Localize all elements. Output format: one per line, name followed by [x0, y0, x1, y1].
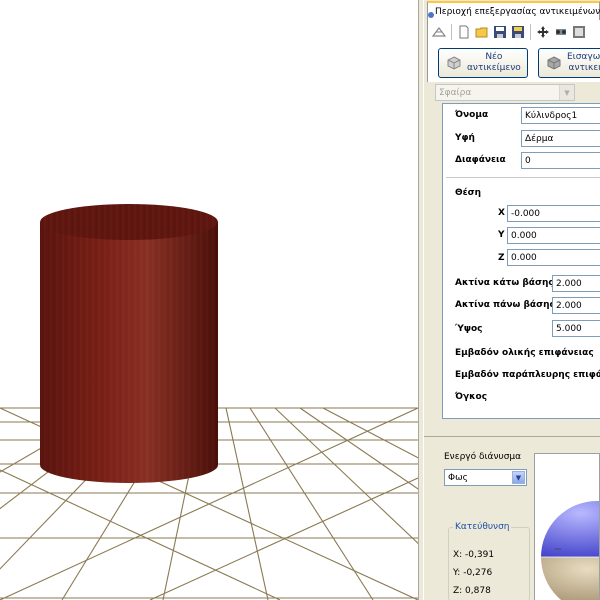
y-value: 0.000	[511, 230, 537, 241]
cylinder-object[interactable]	[40, 204, 218, 483]
separator	[446, 177, 600, 178]
x-field[interactable]: -0.000	[507, 205, 600, 222]
properties-grid: Όνομα Κύλινδρος1 Υφή Δέρμα Διαφάνεια 0 Θ…	[442, 103, 600, 419]
direction-x: X: -0,391	[453, 550, 495, 560]
vector-section: Ενεργό διάνυσμα Φως ▼ Κατεύθυνση X: -0,3…	[424, 436, 600, 600]
cube-icon	[547, 56, 561, 70]
texture-value: Δέρμα	[525, 133, 554, 144]
tab-label: Περιοχή επεξεργασίας αντικειμένων	[435, 6, 600, 17]
height-label: Ύψος	[455, 324, 483, 334]
z-value: 0.000	[511, 252, 537, 263]
scene-canvas[interactable]	[0, 0, 418, 600]
active-vector-value: Φως	[448, 472, 468, 483]
save-as-icon[interactable]	[510, 24, 526, 40]
toolbar-separator	[530, 24, 531, 40]
z-field[interactable]: 0.000	[507, 249, 600, 266]
rotate-icon[interactable]	[553, 24, 569, 40]
bottom-radius-value: 2.000	[556, 278, 582, 289]
lateral-area-label: Εμβαδόν παράπλευρης επιφάν	[455, 370, 600, 380]
window-icon[interactable]	[571, 24, 587, 40]
orientation-sphere	[541, 501, 599, 600]
transparency-field[interactable]: 0	[521, 152, 600, 169]
texture-label: Υφή	[455, 133, 475, 143]
toolbar	[427, 20, 600, 44]
top-radius-label: Ακτίνα πάνω βάσης	[455, 300, 555, 310]
object-type-select[interactable]: Σφαίρα ▼	[435, 84, 575, 101]
top-radius-field[interactable]: 2.000	[552, 297, 600, 314]
save-icon[interactable]	[492, 24, 508, 40]
new-object-button[interactable]: Νέο αντικείμενο	[438, 48, 528, 78]
transparency-value: 0	[525, 155, 531, 166]
cube-icon	[447, 56, 461, 70]
panel-tab-strip: Περιοχή επεξεργασίας αντικειμένων	[424, 0, 600, 20]
total-area-label: Εμβαδόν ολικής επιφάνειας	[455, 348, 594, 358]
direction-y: Y: -0,276	[453, 568, 493, 578]
volume-label: Όγκος	[455, 392, 488, 402]
z-label: Z	[498, 253, 505, 263]
texture-field[interactable]: Δέρμα	[521, 130, 600, 147]
active-vector-select[interactable]: Φως ▼	[444, 469, 527, 486]
name-field[interactable]: Κύλινδρος1	[521, 107, 600, 124]
object-type-value: Σφαίρα	[439, 87, 472, 98]
active-vector-label: Ενεργό διάνυσμα	[444, 452, 522, 462]
height-value: 5.000	[556, 323, 582, 334]
new-file-icon[interactable]	[456, 24, 472, 40]
name-value: Κύλινδρος1	[525, 110, 578, 121]
action-buttons-row: Νέο αντικείμενο Εισαγωγή αντικειμ.	[427, 44, 600, 82]
object-editor-panel: Περιοχή επεξεργασίας αντικειμένων Νέο αν…	[424, 0, 600, 600]
3d-viewport[interactable]	[0, 0, 418, 600]
position-label: Θέση	[455, 188, 482, 198]
import-object-button[interactable]: Εισαγωγή αντικειμ.	[538, 48, 600, 78]
y-field[interactable]: 0.000	[507, 227, 600, 244]
import-object-label: Εισαγωγή αντικειμ.	[567, 52, 600, 73]
tab-object-editor[interactable]: Περιοχή επεξεργασίας αντικειμένων	[427, 1, 600, 20]
top-radius-value: 2.000	[556, 300, 582, 311]
direction-z: Z: 0,878	[453, 586, 491, 596]
plane-icon[interactable]	[431, 24, 447, 40]
new-object-label: Νέο αντικείμενο	[467, 52, 521, 73]
chevron-down-icon: ▼	[559, 85, 574, 100]
x-value: -0.000	[511, 208, 541, 219]
chevron-down-icon: ▼	[512, 471, 525, 484]
bottom-radius-field[interactable]: 2.000	[552, 275, 600, 292]
direction-title: Κατεύθυνση	[453, 522, 512, 532]
direction-groupbox: Κατεύθυνση X: -0,391 Y: -0,276 Z: 0,878	[448, 522, 530, 600]
bottom-radius-label: Ακτίνα κάτω βάσης	[455, 278, 554, 288]
y-label: Y	[498, 230, 505, 240]
name-label: Όνομα	[455, 110, 489, 120]
direction-sphere-view[interactable]	[534, 453, 600, 600]
move-icon[interactable]	[535, 24, 551, 40]
transparency-label: Διαφάνεια	[455, 155, 506, 165]
horizontal-scrollbar[interactable]	[442, 419, 600, 433]
toolbar-separator	[451, 24, 452, 40]
x-label: X	[498, 208, 505, 218]
height-field[interactable]: 5.000	[552, 320, 600, 337]
open-folder-icon[interactable]	[474, 24, 490, 40]
